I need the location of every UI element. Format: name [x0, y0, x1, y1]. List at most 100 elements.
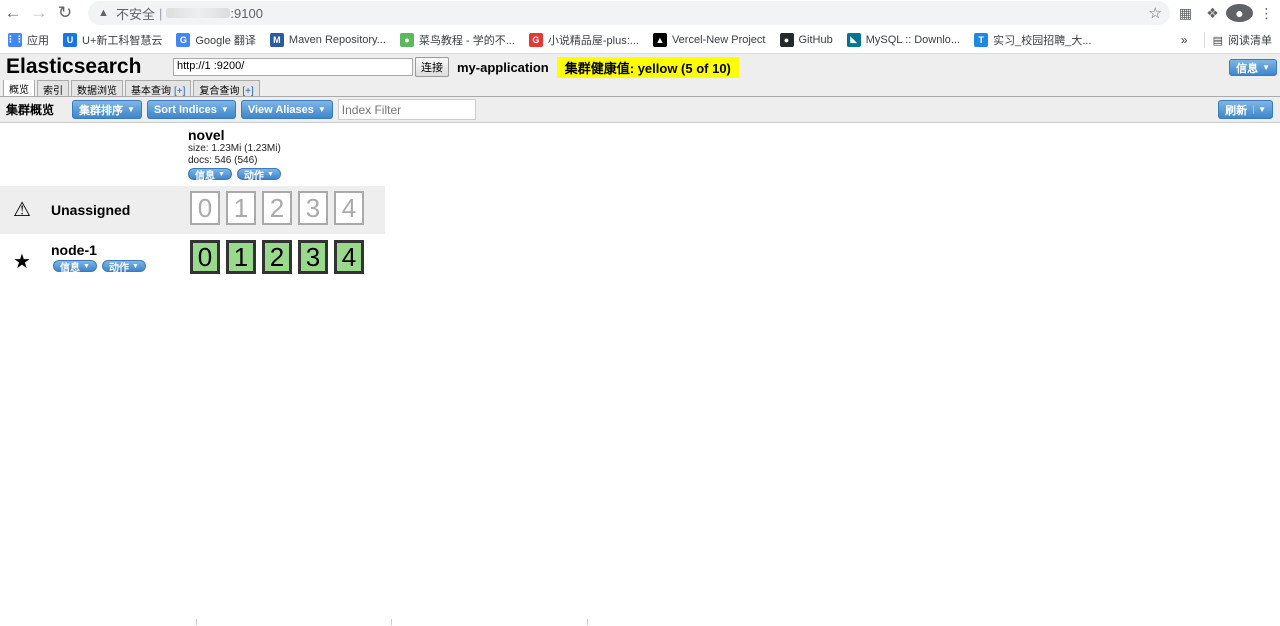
view-aliases-button[interactable]: View Aliases ▼: [240, 100, 333, 119]
shard-unassigned[interactable]: 4: [334, 191, 364, 225]
kebab-menu-icon[interactable]: ⋮: [1253, 5, 1280, 22]
sort-cluster-label: 集群排序: [79, 104, 123, 117]
bookmark-item[interactable]: G Google 翻译: [176, 32, 256, 48]
index-size: size: 1.23Mi (1.23Mi): [188, 143, 281, 154]
tab-4[interactable]: 复合查询 [+]: [193, 80, 260, 97]
tab-label: 数据浏览: [77, 86, 117, 97]
sort-cluster-button[interactable]: 集群排序 ▼: [72, 100, 142, 119]
bookmark-label: U+新工科智慧云: [82, 34, 163, 47]
bookmark-item[interactable]: ⋮⋮ 应用: [6, 32, 49, 48]
divider: [391, 619, 392, 625]
google-translate-icon: G: [176, 32, 191, 47]
bookmark-item[interactable]: T 实习_校园招聘_大...: [974, 32, 1092, 48]
overview-label: 集群概览: [6, 103, 55, 117]
es-header: Elasticsearch http://1 :9200/ 连接 my-appl…: [0, 54, 1280, 80]
bookmark-star-icon[interactable]: ☆: [1149, 4, 1162, 22]
view-aliases-label: View Aliases: [247, 103, 314, 116]
bookmark-item[interactable]: G 小说精品屋-plus:...: [528, 32, 639, 48]
caret-down-icon: ▼: [317, 105, 326, 114]
connect-url-input[interactable]: http://1 :9200/: [173, 58, 413, 76]
index-filter-input[interactable]: [337, 99, 476, 120]
back-arrow-icon[interactable]: ←: [0, 0, 26, 26]
bookmark-item[interactable]: ● 菜鸟教程 - 学的不...: [399, 32, 515, 48]
divider: [196, 619, 197, 625]
shard-primary[interactable]: 0: [190, 240, 220, 274]
index-info-label: 信息: [195, 170, 215, 182]
apps-grid-icon: ⋮⋮: [6, 32, 24, 47]
index-actions: 信息 ▼ 动作 ▼: [188, 168, 281, 182]
shard-primary[interactable]: 4: [334, 240, 364, 274]
bookmark-item[interactable]: U U+新工科智慧云: [63, 32, 162, 48]
maven-icon: M: [269, 32, 284, 47]
overview-toolbar: 集群概览 集群排序 ▼ Sort Indices ▼ View Aliases …: [0, 97, 1280, 123]
uplus-icon: U: [63, 32, 77, 47]
bookmark-label: Google 翻译: [195, 34, 256, 47]
tab-1[interactable]: 索引: [37, 80, 69, 97]
star-master-icon: ★: [13, 251, 31, 273]
shard-primary[interactable]: 3: [298, 240, 328, 274]
shard-unassigned[interactable]: 3: [298, 191, 328, 225]
insecure-label: 不安全: [116, 6, 156, 22]
node-actions: 信息 ▼ 动作 ▼: [53, 260, 146, 274]
tab-0[interactable]: 概览: [3, 79, 35, 96]
tab-3[interactable]: 基本查询 [+]: [125, 80, 192, 97]
node-info-button[interactable]: 信息 ▼: [53, 260, 97, 274]
job-icon: T: [974, 32, 989, 47]
tab-add-plus[interactable]: [+]: [242, 86, 253, 97]
reload-icon[interactable]: ↻: [52, 0, 78, 26]
unassigned-row: ⚠ Unassigned 01234: [0, 186, 385, 234]
tab-add-plus[interactable]: [+]: [174, 86, 185, 97]
shard-unassigned[interactable]: 2: [262, 191, 292, 225]
connect-button[interactable]: 连接: [415, 57, 449, 77]
unassigned-label: Unassigned: [51, 202, 131, 218]
index-docs: docs: 546 (546): [188, 155, 258, 166]
address-bar[interactable]: ▲ 不安全 | :9100 ☆: [88, 1, 1170, 25]
bookmarks-bar: ⋮⋮ 应用 U U+新工科智慧云 G Google 翻译 M Maven Repository…: [0, 26, 1280, 54]
reading-list-button[interactable]: 阅读清单: [1228, 32, 1272, 48]
shard-primary[interactable]: 1: [226, 240, 256, 274]
browser-toolbar: ← → ↻ ▲ 不安全 | :9100 ☆ ▦ ❖ ● ⋮: [0, 0, 1280, 26]
bookmark-item[interactable]: M Maven Repository...: [269, 32, 386, 47]
media-icon[interactable]: ▦: [1172, 5, 1199, 22]
sort-indices-button[interactable]: Sort Indices ▼: [146, 100, 236, 119]
profile-avatar-icon[interactable]: ●: [1226, 4, 1253, 22]
node-info-label: 信息: [60, 262, 80, 274]
refresh-label: 刷新: [1225, 104, 1248, 117]
more-bookmarks-button[interactable]: »: [1181, 33, 1188, 47]
caret-down-icon: ▼: [266, 170, 274, 178]
forward-arrow-icon[interactable]: →: [26, 0, 52, 26]
bookmark-label: GitHub: [798, 33, 833, 46]
index-action-label: 动作: [243, 170, 264, 182]
caret-down-icon: ▼: [1262, 63, 1270, 72]
tab-label: 基本查询: [131, 86, 171, 97]
blurred-host: [166, 8, 231, 18]
bookmark-item[interactable]: ◣ MySQL :: Downlo...: [846, 32, 961, 47]
header-info-button[interactable]: 信息 ▼: [1229, 59, 1277, 76]
extensions-puzzle-icon[interactable]: ❖: [1199, 5, 1226, 22]
unassigned-shards: 01234: [190, 191, 364, 225]
tab-2[interactable]: 数据浏览: [71, 80, 123, 97]
sort-indices-label: Sort Indices: [153, 103, 217, 116]
index-action-button[interactable]: 动作 ▼: [236, 168, 281, 182]
github-icon: ●: [779, 32, 794, 47]
vercel-icon: ▲: [652, 32, 667, 47]
reading-list-icon: ▤: [1212, 34, 1223, 47]
index-info-button[interactable]: 信息 ▼: [188, 168, 232, 182]
node-action-button[interactable]: 动作 ▼: [101, 260, 146, 274]
separator: |: [159, 5, 163, 21]
refresh-button[interactable]: 刷新 ▼: [1218, 100, 1273, 119]
tab-label: 索引: [43, 86, 63, 97]
shard-primary[interactable]: 2: [262, 240, 292, 274]
cluster-name: my-application: [457, 59, 549, 75]
node-action-label: 动作: [108, 262, 129, 274]
bookmark-label: 实习_校园招聘_大...: [993, 34, 1092, 47]
caret-down-icon[interactable]: ▼: [1253, 105, 1266, 114]
bookmark-item[interactable]: ● GitHub: [779, 32, 833, 47]
caret-down-icon: ▼: [220, 105, 229, 114]
bookmark-label: 小说精品屋-plus:...: [547, 34, 639, 47]
bookmark-label: MySQL :: Downlo...: [865, 33, 961, 46]
shard-unassigned[interactable]: 1: [226, 191, 256, 225]
novel-g-icon: G: [528, 32, 543, 47]
shard-unassigned[interactable]: 0: [190, 191, 220, 225]
bookmark-item[interactable]: ▲ Vercel-New Project: [652, 32, 766, 47]
